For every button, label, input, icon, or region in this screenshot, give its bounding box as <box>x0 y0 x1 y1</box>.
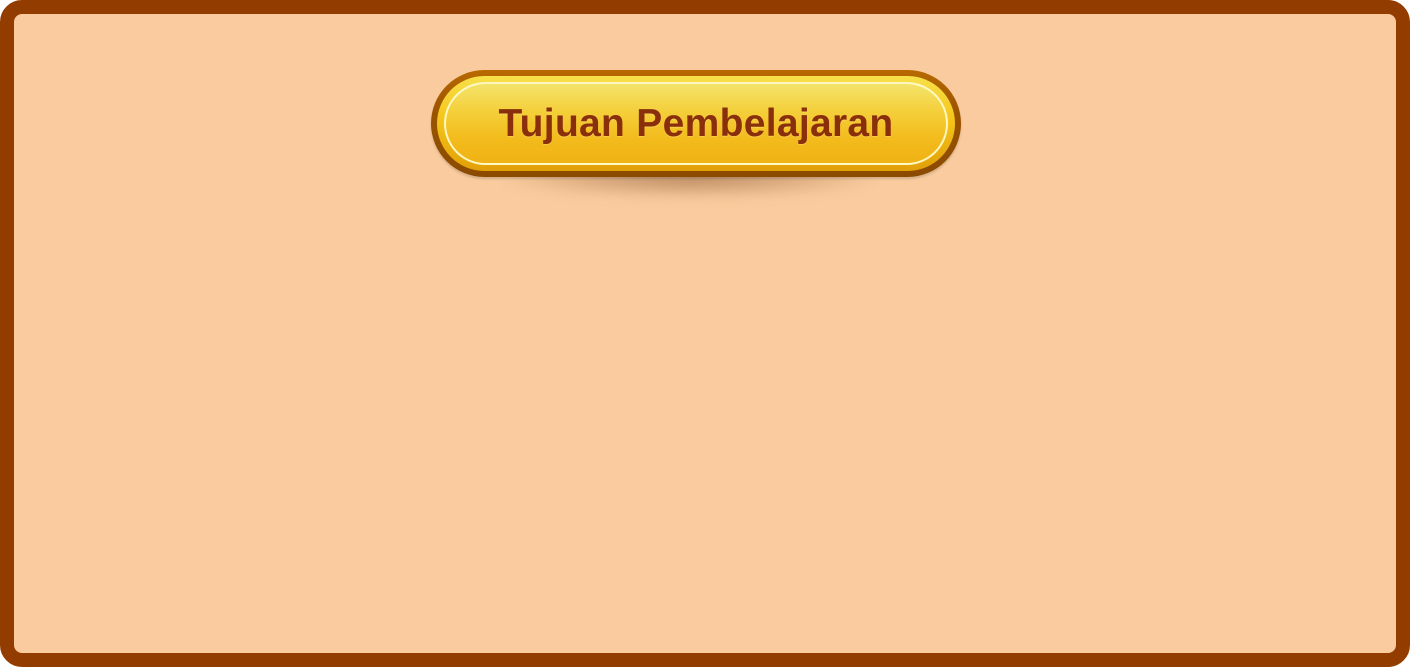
title-label: Tujuan Pembelajaran <box>498 101 894 145</box>
title-button[interactable]: Tujuan Pembelajaran <box>444 82 948 165</box>
